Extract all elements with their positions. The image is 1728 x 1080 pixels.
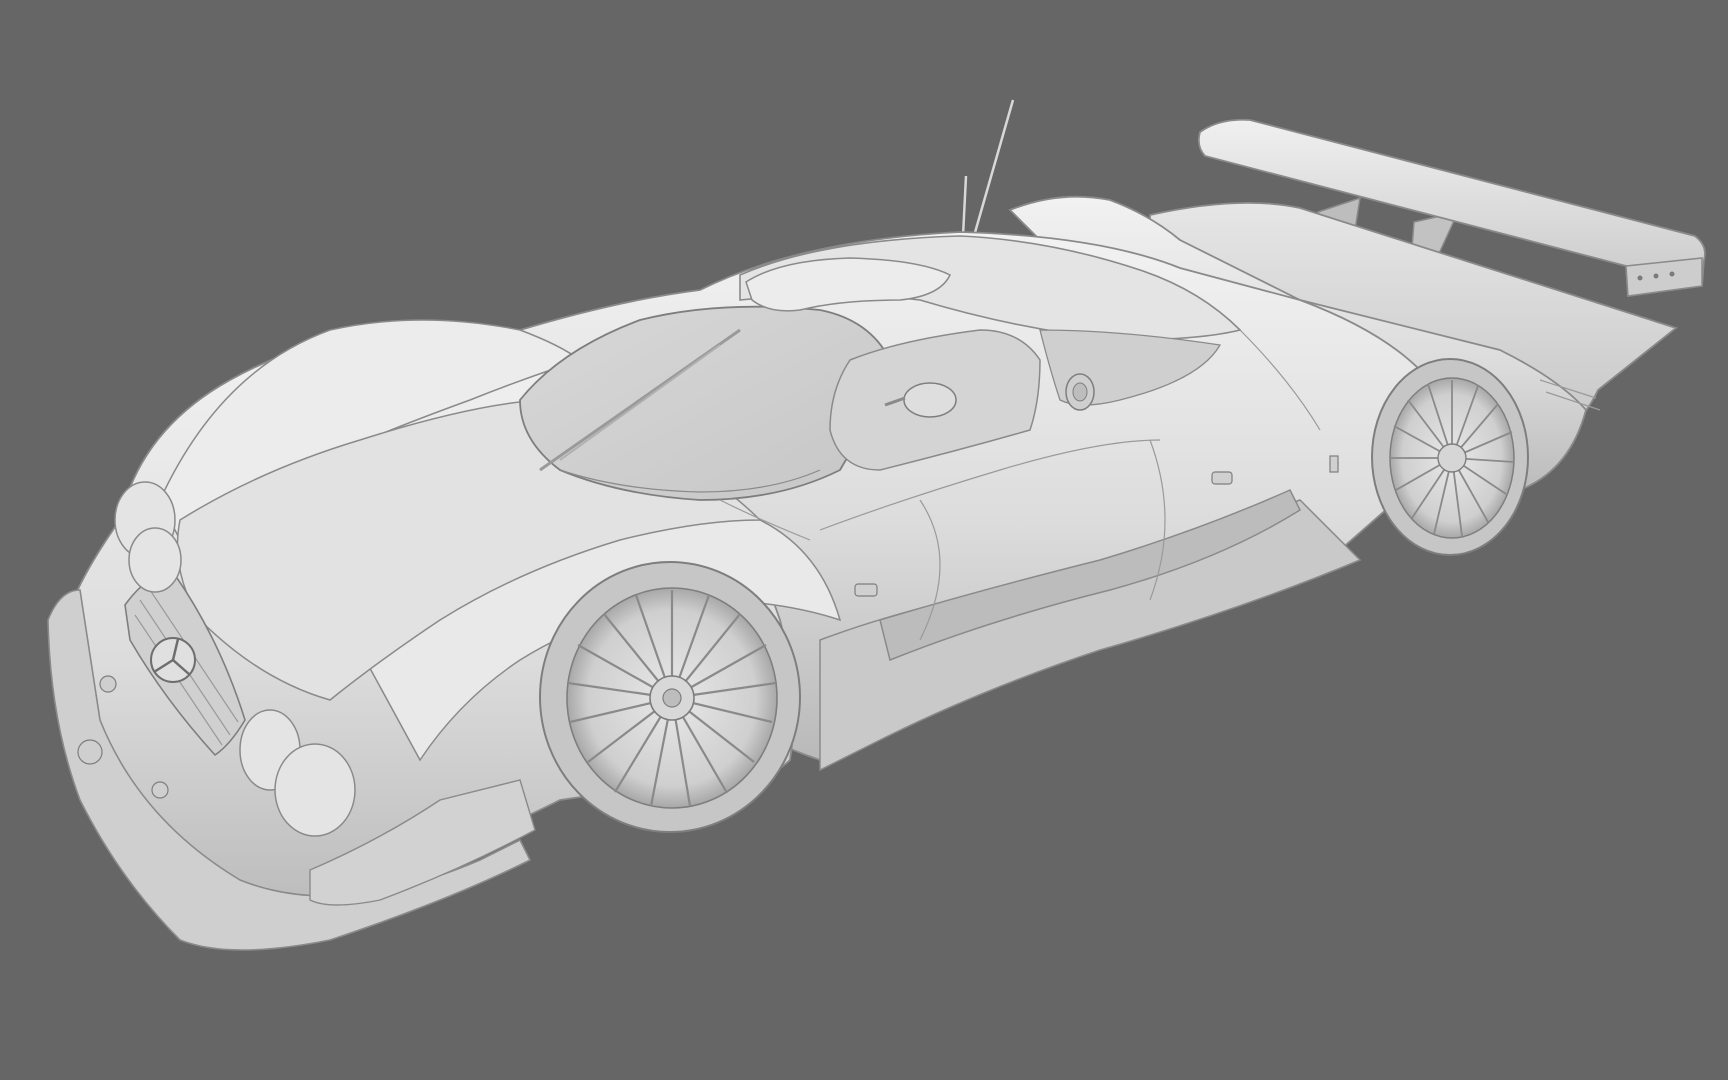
render-viewport bbox=[0, 0, 1728, 1080]
rear-wheel bbox=[1371, 358, 1529, 556]
three-pointed-star-icon bbox=[150, 637, 196, 683]
front-wheel bbox=[539, 561, 801, 833]
car-body bbox=[47, 195, 1678, 951]
car-render bbox=[47, 99, 1706, 951]
fuel-cap bbox=[1065, 373, 1095, 411]
antenna bbox=[961, 99, 1015, 237]
